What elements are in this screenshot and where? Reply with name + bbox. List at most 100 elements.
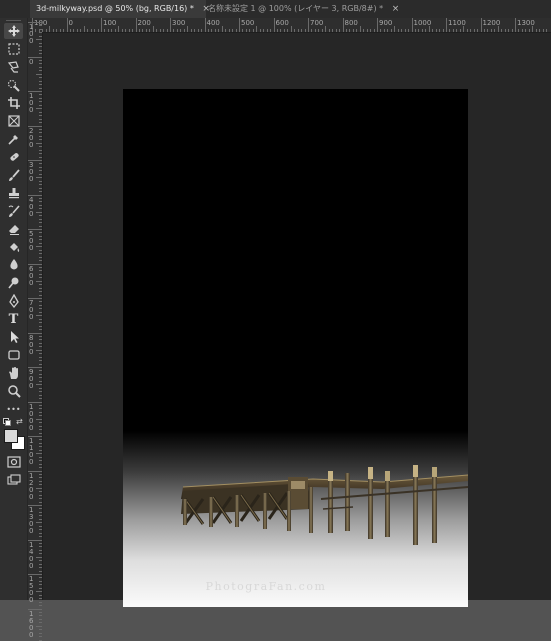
frame-tool[interactable] [4,113,23,129]
ruler-minor-tick [256,26,258,32]
paint-bucket-tool[interactable] [4,239,23,255]
ruler-minor-tick [221,26,223,32]
ruler-minor-tick [242,29,244,32]
ruler-minor-tick [425,29,427,32]
tab-untitled-1[interactable]: 名称未設定 1 @ 100% (レイヤー 3, RGB/8#) * × [202,0,400,18]
ruler-minor-tick [473,29,475,32]
ruler-minor-tick [321,29,323,32]
path-selection-tool[interactable] [4,329,23,345]
ruler-minor-tick [259,29,261,32]
ruler-label: 9 0 0 [29,368,34,390]
eyedropper-tool[interactable] [4,131,23,147]
move-tool-icon [7,25,20,37]
ruler-minor-tick [39,501,42,503]
ruler-major-tick [411,18,413,32]
history-brush-tool[interactable] [4,203,23,219]
tab-3d-milkyway[interactable]: 3d-milkyway.psd @ 50% (bg, RGB/16) * × [30,0,210,18]
default-colors-icon[interactable] [3,418,11,426]
ruler-minor-tick [36,315,42,317]
hand-tool[interactable] [4,365,23,381]
ruler-minor-tick [201,29,203,32]
ruler-label: 400 [206,19,220,27]
document-canvas[interactable] [123,89,468,607]
ruler-minor-tick [39,128,42,130]
ruler-minor-tick [173,29,175,32]
horizontal-ruler[interactable]: 100 0 100 200 300 400 500 600 700 800 900 1000 1100 1… [28,18,551,33]
type-tool-icon: T [8,311,19,327]
ruler-major-tick [66,18,68,32]
ruler-minor-tick [56,29,58,32]
ruler-label: 2 0 0 [29,126,34,149]
ruler-minor-tick [39,429,42,431]
eraser-tool[interactable] [4,221,23,237]
close-icon[interactable]: × [392,4,400,14]
foreground-color-swatch[interactable] [4,429,18,443]
ruler-minor-tick [39,80,42,82]
ruler-minor-tick [39,32,42,34]
ruler-minor-tick [39,46,42,48]
ruler-minor-tick [428,26,430,32]
clone-stamp-tool[interactable] [4,185,23,201]
ruler-minor-tick [349,29,351,32]
ruler-minor-tick [36,177,42,179]
zoom-tool[interactable] [4,383,23,399]
crop-tool[interactable] [4,95,23,111]
ruler-minor-tick [104,29,106,32]
ruler-minor-tick [39,135,42,137]
ruler-minor-tick [528,29,530,32]
ruler-minor-tick [63,29,65,32]
ruler-minor-tick [39,291,42,293]
quick-mask-button[interactable] [4,454,23,470]
ruler-minor-tick [39,225,42,227]
ruler-minor-tick [39,156,42,158]
ruler-major-tick [377,18,378,32]
ruler-minor-tick [383,29,385,32]
ruler-minor-tick [394,26,396,32]
rectangle-tool[interactable] [4,347,23,363]
blur-tool[interactable] [4,257,23,273]
pen-tool[interactable] [4,293,23,309]
marquee-tool[interactable] [4,41,23,57]
ruler-minor-tick [39,473,42,475]
ruler-minor-tick [39,587,42,589]
quick-selection-tool-icon [7,79,20,92]
ruler-minor-tick [39,449,42,451]
ruler-minor-tick [539,29,541,32]
ruler-minor-tick [39,325,42,327]
ruler-minor-tick [39,546,42,548]
ruler-minor-tick [501,29,503,32]
ruler-minor-tick [36,487,42,489]
healing-brush-tool[interactable] [4,149,23,165]
ruler-minor-tick [287,29,289,32]
screen-mode-button[interactable] [4,472,23,488]
ruler-minor-tick [39,387,42,389]
ruler-minor-tick [114,29,116,32]
swap-colors-icon[interactable]: ⇄ [16,417,23,426]
type-tool[interactable]: T [4,311,23,327]
ruler-minor-tick [311,29,313,32]
dodge-tool[interactable] [4,275,23,291]
document-workspace[interactable] [43,33,551,607]
ruler-minor-tick [214,29,216,32]
ruler-minor-tick [39,335,42,337]
more-tools[interactable]: ••• [4,401,23,417]
ruler-label: 1 0 0 [29,23,34,45]
ruler-minor-tick [39,529,42,531]
ruler-minor-tick [39,498,42,500]
healing-brush-tool-icon [9,153,19,161]
brush-tool[interactable] [4,167,23,183]
ruler-minor-tick [404,29,406,32]
ruler-minor-tick [39,363,42,365]
move-tool[interactable] [4,23,23,39]
ruler-minor-tick [39,356,42,358]
lasso-tool[interactable] [4,59,23,75]
quick-selection-tool[interactable] [4,77,23,93]
ruler-label: 1 2 0 0 [29,471,34,501]
ruler-minor-tick [325,26,327,32]
ruler-label: 900 [379,19,393,27]
vertical-ruler[interactable]: 1 0 0 0 1 0 0 2 0 0 3 0 0 4 0 0 5 0 0 6 0 0 7 0 … [28,22,43,641]
ruler-minor-tick [401,29,403,32]
ruler-minor-tick [39,563,42,565]
pen-tool-icon [8,294,19,308]
ruler-minor-tick [39,208,42,210]
